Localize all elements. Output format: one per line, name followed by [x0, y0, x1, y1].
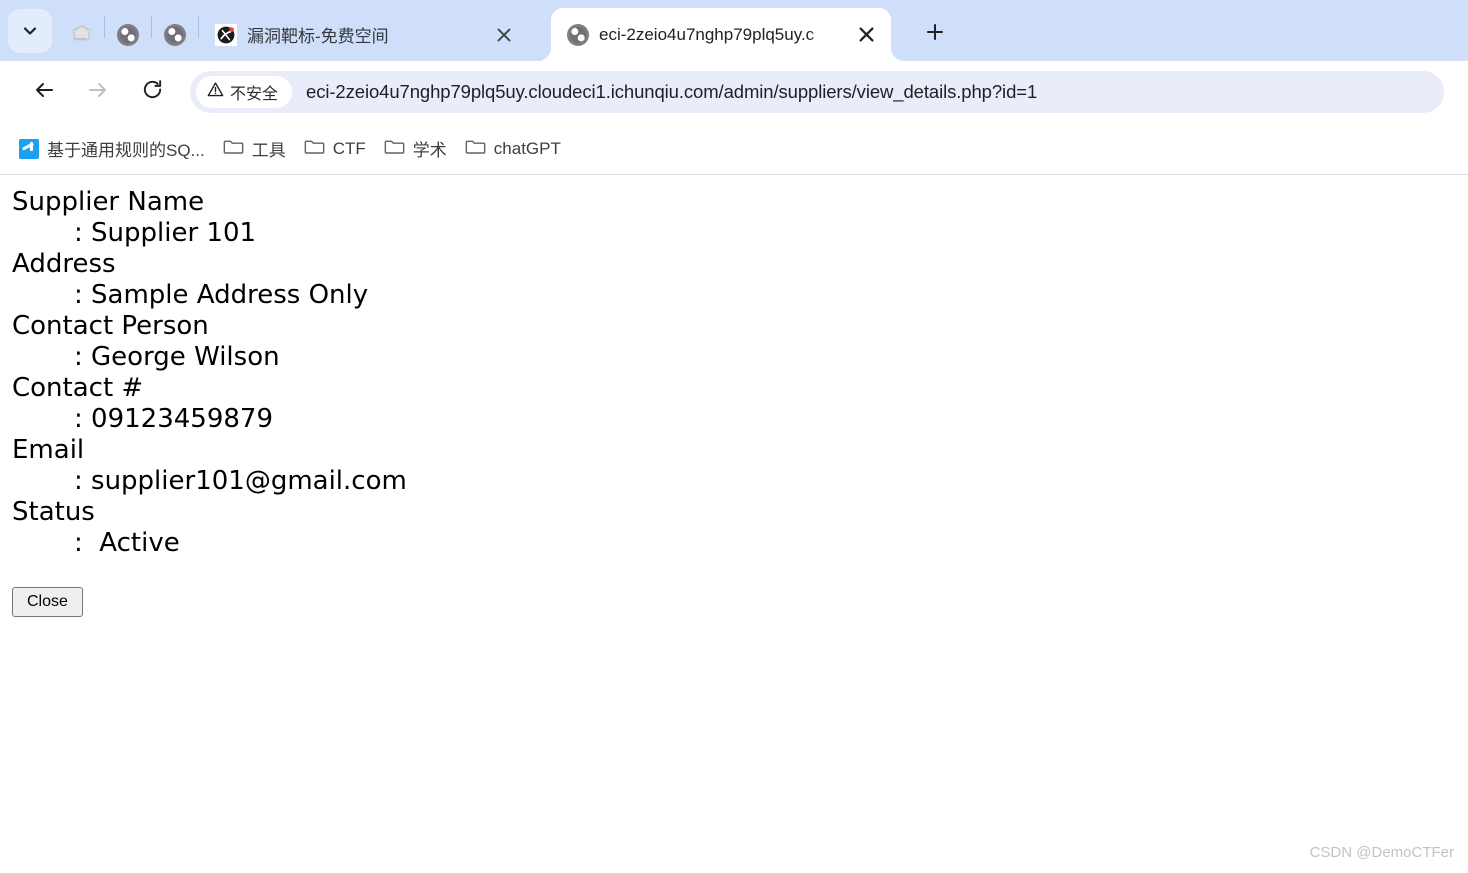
field-label-contact-number: Contact # [12, 373, 144, 403]
chevron-down-icon [21, 22, 39, 40]
site-logo-icon [215, 23, 237, 46]
bookmark-label: chatGPT [493, 138, 561, 158]
folder-icon [223, 136, 244, 162]
bookmark-folder-academic[interactable]: 学术 [375, 131, 456, 167]
tab-strip: 漏洞靶标-免费空间 eci-2zeio4u7nghp79plq5uy.c [0, 0, 1468, 61]
bookmark-folder-chatgpt[interactable]: chatGPT [456, 131, 570, 167]
forward-button[interactable] [76, 70, 120, 114]
url-text[interactable]: eci-2zeio4u7nghp79plq5uy.cloudeci1.ichun… [306, 81, 1037, 103]
arrow-right-icon [86, 78, 110, 107]
field-label-status: Status [12, 497, 95, 527]
tab-view-details[interactable]: eci-2zeio4u7nghp79plq5uy.c [551, 8, 891, 61]
bookmark-folder-tools[interactable]: 工具 [214, 131, 295, 167]
arrow-left-icon [32, 78, 56, 107]
field-value-status: : Active [74, 528, 180, 558]
field-value-contact-number: : 09123459879 [74, 404, 273, 434]
tab-loudongbabiao[interactable]: 漏洞靶标-免费空间 [199, 8, 529, 61]
tabs-container: 漏洞靶标-免费空间 eci-2zeio4u7nghp79plq5uy.c [58, 0, 891, 61]
supplier-details: Supplier Name : Supplier 101 Address : S… [12, 187, 1468, 559]
close-icon [497, 28, 511, 41]
bookmark-label: 学术 [412, 141, 447, 160]
folder-icon [465, 136, 486, 162]
close-icon [858, 27, 874, 42]
tab-globe-1[interactable] [105, 8, 151, 61]
reload-button[interactable] [130, 70, 174, 114]
bookmark-sqlmap[interactable]: 基于通用规则的SQ... [10, 131, 214, 166]
security-badge-label: 不安全 [230, 86, 279, 103]
site-security-badge[interactable]: 不安全 [196, 76, 293, 108]
new-tab-button[interactable] [915, 14, 955, 54]
globe-icon [567, 23, 589, 46]
folder-icon [304, 136, 325, 162]
reload-icon [141, 78, 164, 106]
close-button[interactable]: Close [12, 587, 83, 617]
bookmark-label: 工具 [251, 141, 286, 160]
bookmark-label: 基于通用规则的SQ... [47, 141, 205, 160]
globe-icon [117, 23, 139, 46]
field-value-email: : supplier101@gmail.com [74, 466, 407, 496]
field-value-contact-person: : George Wilson [74, 342, 280, 372]
warning-triangle-icon [207, 81, 224, 103]
field-value-address: : Sample Address Only [74, 280, 369, 310]
bookmarks-bar: 基于通用规则的SQ... 工具 CTF 学术 chatGPT [0, 123, 1468, 175]
bookmark-label: CTF [332, 138, 366, 158]
field-label-contact-person: Contact Person [12, 311, 209, 341]
field-label-email: Email [12, 435, 85, 465]
tab-close-button[interactable] [489, 20, 519, 50]
folder-icon [384, 136, 405, 162]
tab-close-button[interactable] [851, 20, 881, 50]
back-button[interactable] [22, 70, 66, 114]
tab-title: eci-2zeio4u7nghp79plq5uy.c [599, 24, 815, 44]
field-label-address: Address [12, 249, 116, 279]
page-content: Supplier Name : Supplier 101 Address : S… [0, 175, 1468, 873]
tab-globe-2[interactable] [152, 8, 198, 61]
field-label-supplier-name: Supplier Name [12, 187, 205, 217]
browser-toolbar: 不安全 eci-2zeio4u7nghp79plq5uy.cloudeci1.i… [0, 61, 1468, 123]
tab-cyberchef[interactable] [58, 8, 104, 61]
watermark: CSDN @DemoCTFer [1309, 844, 1454, 861]
tab-search-button[interactable] [8, 9, 52, 53]
tab-title: 漏洞靶标-免费空间 [247, 27, 389, 46]
address-bar[interactable]: 不安全 eci-2zeio4u7nghp79plq5uy.cloudeci1.i… [190, 71, 1444, 113]
field-value-supplier-name: : Supplier 101 [74, 218, 257, 248]
chef-hat-icon [70, 24, 92, 46]
bookmark-folder-ctf[interactable]: CTF [295, 131, 375, 167]
sqlmap-icon [19, 138, 39, 159]
browser-window: 漏洞靶标-免费空间 eci-2zeio4u7nghp79plq5uy.c 不安全… [0, 0, 1468, 873]
plus-icon [925, 22, 945, 47]
globe-icon [164, 23, 186, 46]
